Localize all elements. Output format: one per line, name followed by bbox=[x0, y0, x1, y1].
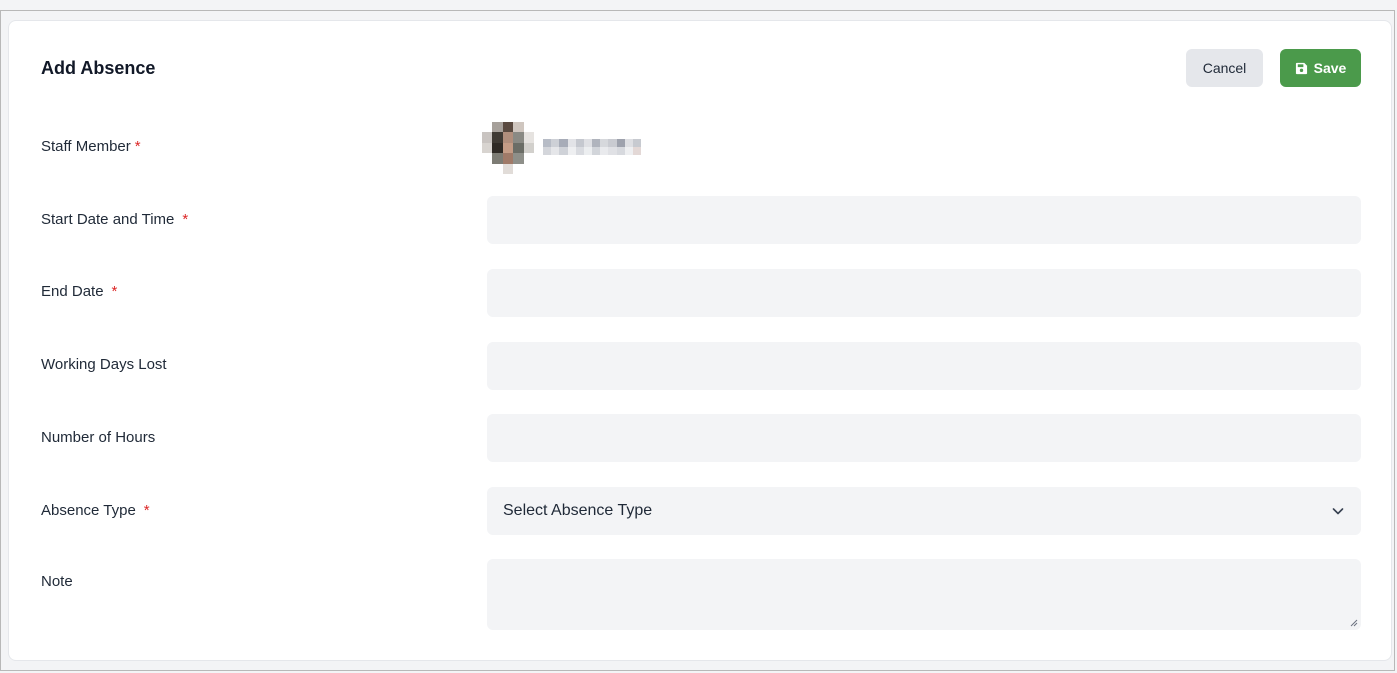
form-title: Add Absence bbox=[41, 58, 156, 78]
end-date-label-text: End Date bbox=[41, 283, 104, 300]
staff-member-label-text: Staff Member bbox=[41, 138, 131, 155]
add-absence-form: Add Absence Cancel Save Staff Member * St… bbox=[8, 20, 1392, 661]
staff-name-redacted bbox=[543, 139, 641, 155]
number-of-hours-label: Number of Hours bbox=[41, 429, 156, 446]
required-marker: * bbox=[111, 283, 118, 300]
absence-type-label: Absence Type * bbox=[41, 502, 150, 519]
note-label: Note bbox=[41, 573, 73, 590]
save-button[interactable]: Save bbox=[1280, 49, 1361, 87]
absence-type-label-text: Absence Type bbox=[41, 502, 136, 519]
note-field-wrapper bbox=[487, 559, 1361, 630]
required-marker: * bbox=[134, 138, 141, 155]
start-date-label: Start Date and Time * bbox=[41, 211, 188, 228]
save-button-label: Save bbox=[1313, 60, 1347, 76]
cancel-button-label: Cancel bbox=[1202, 60, 1247, 76]
working-days-lost-label: Working Days Lost bbox=[41, 356, 167, 373]
note-textarea[interactable] bbox=[487, 559, 1361, 630]
number-of-hours-input[interactable] bbox=[487, 414, 1361, 462]
floppy-disk-icon bbox=[1295, 62, 1307, 74]
end-date-input[interactable] bbox=[487, 269, 1361, 317]
end-date-label: End Date * bbox=[41, 283, 117, 300]
start-date-time-input[interactable] bbox=[487, 196, 1361, 244]
working-days-lost-input[interactable] bbox=[487, 342, 1361, 390]
staff-member-label: Staff Member * bbox=[41, 138, 141, 155]
cancel-button[interactable]: Cancel bbox=[1186, 49, 1263, 87]
required-marker: * bbox=[143, 502, 150, 519]
resize-handle-icon[interactable] bbox=[1350, 619, 1358, 627]
chevron-down-icon bbox=[1332, 508, 1344, 515]
staff-avatar bbox=[482, 122, 534, 174]
absence-type-select[interactable]: Select Absence Type bbox=[487, 487, 1361, 535]
start-date-label-text: Start Date and Time bbox=[41, 211, 175, 228]
absence-type-selected-value: Select Absence Type bbox=[503, 502, 653, 519]
required-marker: * bbox=[182, 211, 189, 228]
